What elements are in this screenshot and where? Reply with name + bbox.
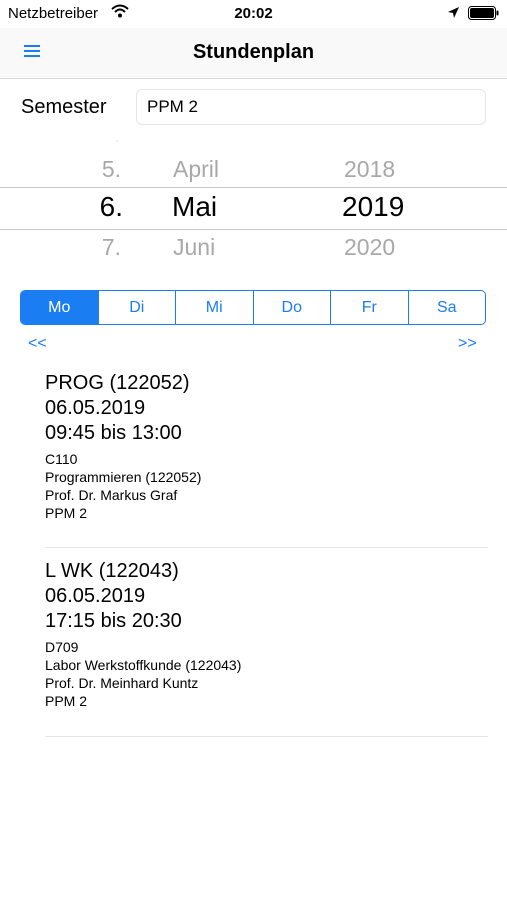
lesson-group: PPM 2 xyxy=(45,693,88,709)
next-week-button[interactable]: >> xyxy=(458,335,477,353)
location-icon xyxy=(448,7,459,18)
month-option[interactable]: April xyxy=(173,156,219,183)
clock: 20:02 xyxy=(234,5,273,22)
lesson-card: L WK (122043) 06.05.2019 17:15 bis 20:30… xyxy=(45,559,488,737)
lesson-room: C110 xyxy=(45,451,78,467)
lesson-code: PROG (122052) xyxy=(45,372,190,394)
day-selected[interactable]: 6. xyxy=(100,191,123,223)
navigation-bar: Stundenplan xyxy=(0,28,507,79)
day-hint: · xyxy=(114,134,120,149)
status-bar: Netzbetreiber 20:02 xyxy=(0,0,507,28)
weekday-tab-do[interactable]: Do xyxy=(252,291,331,324)
year-wheel[interactable]: 2018 2019 2020 xyxy=(330,134,430,276)
semester-label: Semester xyxy=(21,96,107,118)
lesson-date: 06.05.2019 xyxy=(45,397,146,419)
year-option[interactable]: 2018 xyxy=(344,156,395,183)
day-wheel[interactable]: · 5. 6. 7. xyxy=(80,134,140,276)
lesson-time: 17:15 bis 20:30 xyxy=(45,610,182,632)
weekday-selector: Mo Di Mi Do Fr Sa xyxy=(20,290,486,325)
weekday-tab-sa[interactable]: Sa xyxy=(407,291,486,324)
lesson-lecturer: Prof. Dr. Markus Graf xyxy=(45,487,178,503)
year-selected[interactable]: 2019 xyxy=(342,191,404,223)
lesson-lecturer: Prof. Dr. Meinhard Kuntz xyxy=(45,675,199,691)
day-option[interactable]: 5. xyxy=(102,156,121,183)
date-picker[interactable]: · 5. 6. 7. April Mai Juni 2018 2019 2020 xyxy=(0,134,507,276)
year-option[interactable]: 2020 xyxy=(344,234,395,261)
weekday-tab-di[interactable]: Di xyxy=(97,291,176,324)
lesson-code: L WK (122043) xyxy=(45,560,179,582)
previous-week-button[interactable]: << xyxy=(28,335,47,353)
month-selected[interactable]: Mai xyxy=(172,191,217,223)
lesson-group: PPM 2 xyxy=(45,505,88,521)
month-option[interactable]: Juni xyxy=(173,234,215,261)
month-wheel[interactable]: April Mai Juni xyxy=(160,134,280,276)
lesson-time: 09:45 bis 13:00 xyxy=(45,422,182,444)
lesson-course: Programmieren (122052) xyxy=(45,469,202,485)
battery-icon xyxy=(468,6,499,20)
semester-input[interactable] xyxy=(136,89,486,125)
weekday-tab-fr[interactable]: Fr xyxy=(330,291,408,324)
weekday-tab-mi[interactable]: Mi xyxy=(175,291,253,324)
lesson-date: 06.05.2019 xyxy=(45,585,146,607)
lesson-card: PROG (122052) 06.05.2019 09:45 bis 13:00… xyxy=(45,371,488,548)
day-option[interactable]: 7. xyxy=(102,234,121,261)
lesson-room: D709 xyxy=(45,639,79,655)
weekday-tab-mo[interactable]: Mo xyxy=(21,291,98,324)
lesson-course: Labor Werkstoffkunde (122043) xyxy=(45,657,242,673)
page-title: Stundenplan xyxy=(192,41,315,63)
